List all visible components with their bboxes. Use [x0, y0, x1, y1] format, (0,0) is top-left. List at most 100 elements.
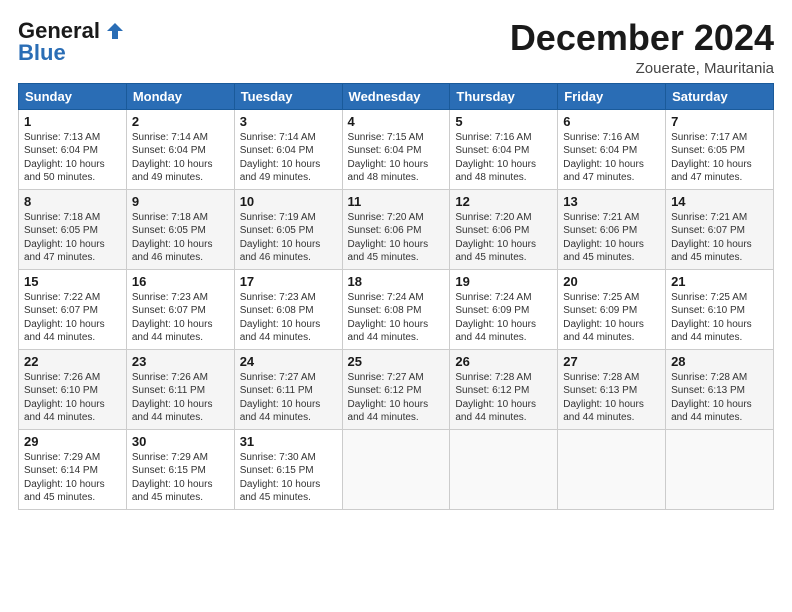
day-number: 4 — [348, 114, 445, 129]
calendar-week-row: 1Sunrise: 7:13 AM Sunset: 6:04 PM Daylig… — [19, 109, 774, 189]
location: Zouerate, Mauritania — [510, 60, 774, 77]
table-row: 9 Sunrise: 7:18 AM Sunset: 6:05 PM Daylig… — [126, 189, 234, 269]
calendar-week-row: 8 Sunrise: 7:18 AM Sunset: 6:05 PM Daylig… — [19, 189, 774, 269]
day-number: 11 — [348, 194, 445, 209]
day-info: Sunrise: 7:23 AM Sunset: 6:08 PM Dayligh… — [240, 291, 337, 345]
month-title: December 2024 — [510, 18, 774, 58]
day-number: 1 — [24, 114, 121, 129]
day-info: Sunrise: 7:26 AM Sunset: 6:10 PM Dayligh… — [24, 371, 121, 425]
day-info: Sunrise: 7:14 AM Sunset: 6:04 PM Dayligh… — [132, 131, 229, 185]
day-number: 3 — [240, 114, 337, 129]
table-row: 28 Sunrise: 7:28 AM Sunset: 6:13 PM Dayli… — [666, 349, 774, 429]
header: General Blue December 2024 Zouerate, Mau… — [18, 18, 774, 77]
table-row: 30Sunrise: 7:29 AM Sunset: 6:15 PM Dayli… — [126, 429, 234, 509]
table-row: 2 Sunrise: 7:14 AM Sunset: 6:04 PM Daylig… — [126, 109, 234, 189]
calendar-week-row: 22 Sunrise: 7:26 AM Sunset: 6:10 PM Dayli… — [19, 349, 774, 429]
col-thursday: Thursday — [450, 83, 558, 109]
day-number: 9 — [132, 194, 229, 209]
logo-icon — [104, 20, 126, 42]
table-row — [666, 429, 774, 509]
table-row — [342, 429, 450, 509]
day-info: Sunrise: 7:28 AM Sunset: 6:13 PM Dayligh… — [563, 371, 660, 425]
day-info: Sunrise: 7:26 AM Sunset: 6:11 PM Dayligh… — [132, 371, 229, 425]
day-info: Sunrise: 7:22 AM Sunset: 6:07 PM Dayligh… — [24, 291, 121, 345]
day-number: 15 — [24, 274, 121, 289]
day-number: 19 — [455, 274, 552, 289]
table-row — [558, 429, 666, 509]
table-row: 11Sunrise: 7:20 AM Sunset: 6:06 PM Dayli… — [342, 189, 450, 269]
day-info: Sunrise: 7:28 AM Sunset: 6:13 PM Dayligh… — [671, 371, 768, 425]
logo: General Blue — [18, 18, 126, 66]
day-info: Sunrise: 7:25 AM Sunset: 6:10 PM Dayligh… — [671, 291, 768, 345]
day-number: 16 — [132, 274, 229, 289]
table-row: 15 Sunrise: 7:22 AM Sunset: 6:07 PM Dayli… — [19, 269, 127, 349]
day-info: Sunrise: 7:19 AM Sunset: 6:05 PM Dayligh… — [240, 211, 337, 265]
table-row: 22 Sunrise: 7:26 AM Sunset: 6:10 PM Dayli… — [19, 349, 127, 429]
day-number: 20 — [563, 274, 660, 289]
col-friday: Friday — [558, 83, 666, 109]
day-info: Sunrise: 7:21 AM Sunset: 6:07 PM Dayligh… — [671, 211, 768, 265]
day-number: 6 — [563, 114, 660, 129]
day-info: Sunrise: 7:25 AM Sunset: 6:09 PM Dayligh… — [563, 291, 660, 345]
table-row: 24Sunrise: 7:27 AM Sunset: 6:11 PM Dayli… — [234, 349, 342, 429]
day-info: Sunrise: 7:20 AM Sunset: 6:06 PM Dayligh… — [455, 211, 552, 265]
day-info: Sunrise: 7:16 AM Sunset: 6:04 PM Dayligh… — [455, 131, 552, 185]
day-info: Sunrise: 7:21 AM Sunset: 6:06 PM Dayligh… — [563, 211, 660, 265]
calendar-week-row: 29Sunrise: 7:29 AM Sunset: 6:14 PM Dayli… — [19, 429, 774, 509]
table-row: 10 Sunrise: 7:19 AM Sunset: 6:05 PM Dayli… — [234, 189, 342, 269]
day-number: 31 — [240, 434, 337, 449]
col-monday: Monday — [126, 83, 234, 109]
day-number: 17 — [240, 274, 337, 289]
day-info: Sunrise: 7:24 AM Sunset: 6:09 PM Dayligh… — [455, 291, 552, 345]
day-number: 8 — [24, 194, 121, 209]
day-number: 18 — [348, 274, 445, 289]
table-row: 21 Sunrise: 7:25 AM Sunset: 6:10 PM Dayli… — [666, 269, 774, 349]
day-info: Sunrise: 7:27 AM Sunset: 6:12 PM Dayligh… — [348, 371, 445, 425]
day-number: 14 — [671, 194, 768, 209]
day-number: 21 — [671, 274, 768, 289]
day-info: Sunrise: 7:16 AM Sunset: 6:04 PM Dayligh… — [563, 131, 660, 185]
day-number: 26 — [455, 354, 552, 369]
table-row — [450, 429, 558, 509]
table-row: 25Sunrise: 7:27 AM Sunset: 6:12 PM Dayli… — [342, 349, 450, 429]
day-info: Sunrise: 7:18 AM Sunset: 6:05 PM Dayligh… — [132, 211, 229, 265]
table-row: 17 Sunrise: 7:23 AM Sunset: 6:08 PM Dayli… — [234, 269, 342, 349]
table-row: 16Sunrise: 7:23 AM Sunset: 6:07 PM Dayli… — [126, 269, 234, 349]
table-row: 8 Sunrise: 7:18 AM Sunset: 6:05 PM Daylig… — [19, 189, 127, 269]
day-number: 24 — [240, 354, 337, 369]
day-number: 23 — [132, 354, 229, 369]
day-number: 2 — [132, 114, 229, 129]
day-info: Sunrise: 7:30 AM Sunset: 6:15 PM Dayligh… — [240, 451, 337, 505]
day-number: 30 — [132, 434, 229, 449]
table-row: 7Sunrise: 7:17 AM Sunset: 6:05 PM Daylig… — [666, 109, 774, 189]
col-sunday: Sunday — [19, 83, 127, 109]
table-row: 23 Sunrise: 7:26 AM Sunset: 6:11 PM Dayli… — [126, 349, 234, 429]
page-container: General Blue December 2024 Zouerate, Mau… — [0, 0, 792, 520]
table-row: 13Sunrise: 7:21 AM Sunset: 6:06 PM Dayli… — [558, 189, 666, 269]
day-info: Sunrise: 7:24 AM Sunset: 6:08 PM Dayligh… — [348, 291, 445, 345]
table-row: 1Sunrise: 7:13 AM Sunset: 6:04 PM Daylig… — [19, 109, 127, 189]
day-number: 10 — [240, 194, 337, 209]
calendar-week-row: 15 Sunrise: 7:22 AM Sunset: 6:07 PM Dayli… — [19, 269, 774, 349]
day-number: 22 — [24, 354, 121, 369]
day-info: Sunrise: 7:29 AM Sunset: 6:14 PM Dayligh… — [24, 451, 121, 505]
table-row: 27Sunrise: 7:28 AM Sunset: 6:13 PM Dayli… — [558, 349, 666, 429]
table-row: 26Sunrise: 7:28 AM Sunset: 6:12 PM Dayli… — [450, 349, 558, 429]
day-info: Sunrise: 7:14 AM Sunset: 6:04 PM Dayligh… — [240, 131, 337, 185]
table-row: 19 Sunrise: 7:24 AM Sunset: 6:09 PM Dayli… — [450, 269, 558, 349]
table-row: 12 Sunrise: 7:20 AM Sunset: 6:06 PM Dayli… — [450, 189, 558, 269]
table-row: 4Sunrise: 7:15 AM Sunset: 6:04 PM Daylig… — [342, 109, 450, 189]
logo-blue: Blue — [18, 40, 66, 66]
day-info: Sunrise: 7:18 AM Sunset: 6:05 PM Dayligh… — [24, 211, 121, 265]
table-row: 3 Sunrise: 7:14 AM Sunset: 6:04 PM Daylig… — [234, 109, 342, 189]
col-wednesday: Wednesday — [342, 83, 450, 109]
table-row: 31 Sunrise: 7:30 AM Sunset: 6:15 PM Dayli… — [234, 429, 342, 509]
table-row: 14 Sunrise: 7:21 AM Sunset: 6:07 PM Dayli… — [666, 189, 774, 269]
col-tuesday: Tuesday — [234, 83, 342, 109]
day-number: 28 — [671, 354, 768, 369]
col-saturday: Saturday — [666, 83, 774, 109]
table-row: 29Sunrise: 7:29 AM Sunset: 6:14 PM Dayli… — [19, 429, 127, 509]
day-number: 12 — [455, 194, 552, 209]
table-row: 18 Sunrise: 7:24 AM Sunset: 6:08 PM Dayli… — [342, 269, 450, 349]
day-info: Sunrise: 7:17 AM Sunset: 6:05 PM Dayligh… — [671, 131, 768, 185]
